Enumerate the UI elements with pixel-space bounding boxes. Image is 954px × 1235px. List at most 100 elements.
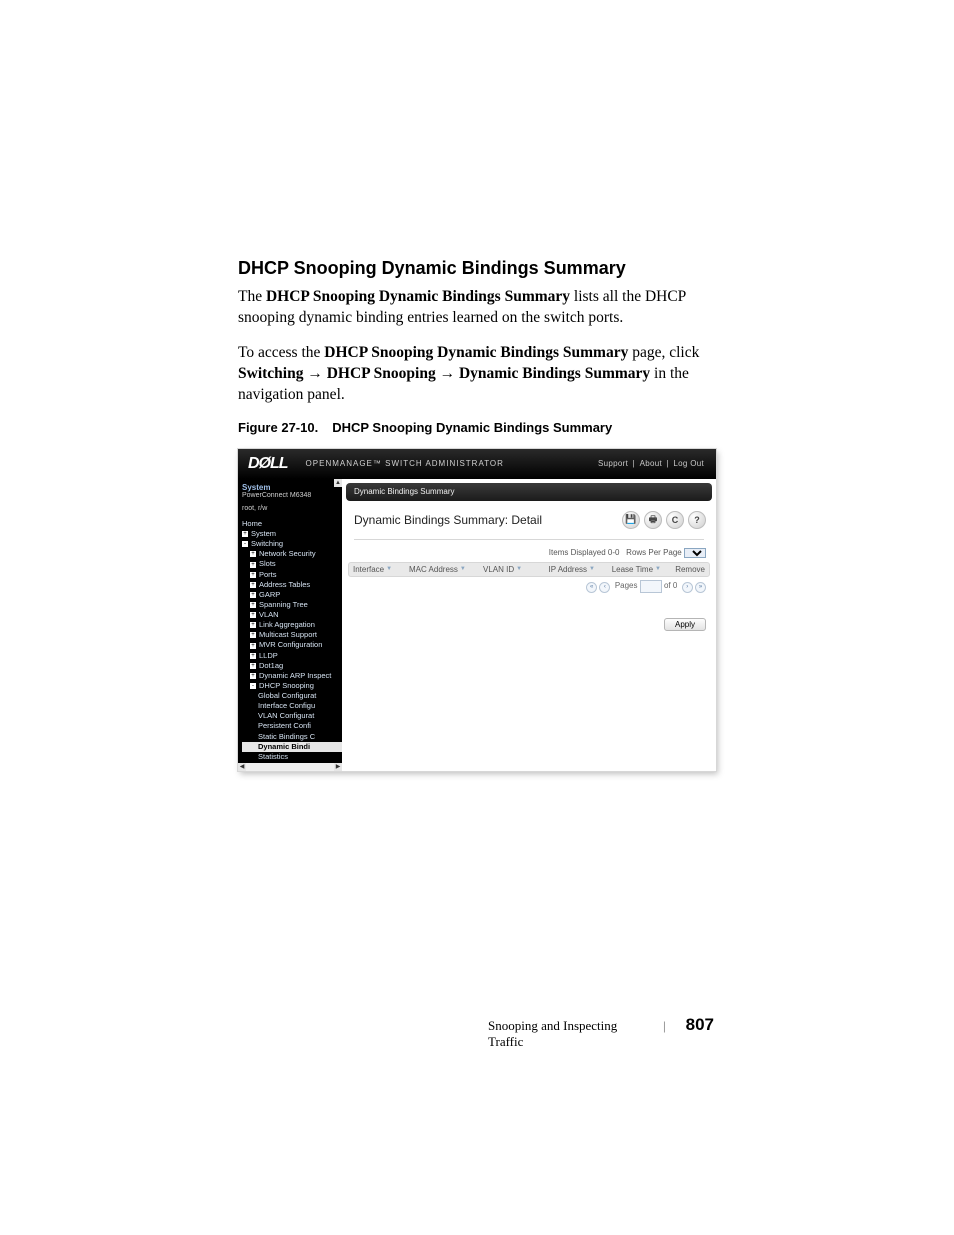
expand-icon[interactable]: + [242, 531, 248, 537]
page-next-icon[interactable]: › [682, 582, 693, 593]
expand-icon[interactable]: + [250, 582, 256, 588]
tree-node[interactable]: Dynamic Bindi [242, 742, 342, 752]
rows-per-page-select[interactable]: 0 [684, 548, 706, 558]
text-bold: DHCP Snooping Dynamic Bindings Summary [266, 288, 570, 305]
tree-node[interactable]: +Multicast Support [242, 630, 342, 640]
table-header: Interface▼ MAC Address▼ VLAN ID▼ IP Addr… [348, 562, 710, 577]
text-bold: DHCP Snooping [327, 365, 436, 382]
text-bold: Dynamic Bindings Summary [459, 365, 650, 382]
text: To access the [238, 344, 324, 361]
tree-node[interactable]: +Network Security [242, 549, 342, 559]
tree-node[interactable]: VLAN Configurat [242, 711, 342, 721]
tree-node[interactable]: +Spanning Tree [242, 600, 342, 610]
tree-node[interactable]: Statistics [242, 752, 342, 762]
tree-node-label: Slots [259, 559, 276, 568]
col-mac[interactable]: MAC Address▼ [409, 565, 479, 574]
expand-icon[interactable]: + [250, 632, 256, 638]
scroll-left-icon[interactable]: ◀ [238, 763, 246, 771]
expand-icon[interactable]: + [250, 673, 256, 679]
save-icon[interactable]: 💾 [622, 511, 640, 529]
tree-node-label: Static Bindings C [258, 732, 315, 741]
section-heading: DHCP Snooping Dynamic Bindings Summary [238, 258, 716, 279]
tree-node[interactable]: +Dynamic ARP Inspect [242, 671, 342, 681]
col-vlan[interactable]: VLAN ID▼ [483, 565, 533, 574]
help-icon[interactable]: ? [688, 511, 706, 529]
system-user: root, r/w [242, 505, 342, 513]
page-input[interactable] [640, 580, 662, 593]
text-bold: Switching [238, 365, 303, 382]
tree-node[interactable]: +Slots [242, 559, 342, 569]
tree-node[interactable]: Static Bindings C [242, 732, 342, 742]
expand-icon[interactable]: + [250, 612, 256, 618]
expand-icon[interactable]: + [250, 592, 256, 598]
page-first-icon[interactable]: « [586, 582, 597, 593]
tree-node[interactable]: Persistent Confi [242, 721, 342, 731]
footer-title: Snooping and Inspecting Traffic [488, 1018, 643, 1050]
tree-node[interactable]: Interface Configu [242, 701, 342, 711]
tree-node[interactable]: +Address Tables [242, 580, 342, 590]
tree-node[interactable]: +MVR Configuration [242, 640, 342, 650]
figure-caption: Figure 27-10.DHCP Snooping Dynamic Bindi… [238, 420, 716, 435]
about-link[interactable]: About [640, 459, 662, 468]
expand-icon[interactable]: + [250, 653, 256, 659]
page-prev-icon[interactable]: ‹ [599, 582, 610, 593]
collapse-icon[interactable]: - [250, 683, 256, 689]
col-interface[interactable]: Interface▼ [353, 565, 405, 574]
collapse-icon[interactable]: - [242, 541, 248, 547]
page-last-icon[interactable]: » [695, 582, 706, 593]
system-model: PowerConnect M6348 [242, 492, 342, 500]
rows-per-page-label: Rows Per Page [626, 548, 682, 557]
apply-button[interactable]: Apply [664, 618, 706, 631]
tree-node-label: LLDP [259, 651, 278, 660]
support-link[interactable]: Support [598, 459, 628, 468]
scroll-track[interactable] [246, 763, 334, 771]
main-panel: Dynamic Bindings Summary 💾 🖶 C ? Dynamic… [342, 479, 716, 771]
scroll-up-icon[interactable]: ▲ [334, 479, 342, 487]
col-lease[interactable]: Lease Time▼ [599, 565, 661, 574]
refresh-icon[interactable]: C [666, 511, 684, 529]
tree-node[interactable]: -DHCP Snooping [242, 681, 342, 691]
sort-icon: ▼ [589, 566, 595, 572]
tree-node-label: Link Aggregation [259, 620, 315, 629]
pages-label: Pages [615, 581, 638, 590]
print-icon[interactable]: 🖶 [644, 511, 662, 529]
sidebar-scrollbar[interactable]: ◀ ▶ [238, 763, 342, 771]
paragraph-nav: To access the DHCP Snooping Dynamic Bind… [238, 343, 716, 406]
tree-node[interactable]: +GARP [242, 590, 342, 600]
tree-node[interactable]: +LLDP [242, 651, 342, 661]
tree-node-label: Multicast Support [259, 630, 317, 639]
expand-icon[interactable]: + [250, 643, 256, 649]
tree-node-label: Global Configurat [258, 691, 316, 700]
dell-logo: DØLL [248, 455, 288, 473]
expand-icon[interactable]: + [250, 663, 256, 669]
expand-icon[interactable]: + [250, 562, 256, 568]
tree-node-label: Spanning Tree [259, 600, 308, 609]
tree-node-label: Interface Configu [258, 701, 315, 710]
tree-node[interactable]: +Ports [242, 570, 342, 580]
paragraph-intro: The DHCP Snooping Dynamic Bindings Summa… [238, 287, 716, 329]
expand-icon[interactable]: + [250, 551, 256, 557]
logout-link[interactable]: Log Out [673, 459, 704, 468]
tree-node[interactable]: +System [242, 529, 342, 539]
figure-title: DHCP Snooping Dynamic Bindings Summary [332, 420, 612, 435]
col-ip[interactable]: IP Address▼ [537, 565, 595, 574]
divider [354, 539, 704, 540]
tree-node-label: DHCP Snooping [259, 681, 314, 690]
table-meta: Items Displayed 0-0 Rows Per Page 0 [348, 546, 710, 562]
expand-icon[interactable]: + [250, 622, 256, 628]
tree-node[interactable]: +Link Aggregation [242, 620, 342, 630]
panel-toolbar: 💾 🖶 C ? [622, 511, 706, 529]
tree-node-label: Dynamic ARP Inspect [259, 671, 331, 680]
tree-node[interactable]: Home [242, 519, 342, 529]
tree-node[interactable]: +Dot1ag [242, 661, 342, 671]
breadcrumb: Dynamic Bindings Summary [346, 483, 712, 501]
sort-icon: ▼ [386, 566, 392, 572]
expand-icon[interactable]: + [250, 572, 256, 578]
tree-node[interactable]: +VLAN [242, 610, 342, 620]
scroll-right-icon[interactable]: ▶ [334, 763, 342, 771]
nav-tree[interactable]: Home+System-Switching+Network Security+S… [242, 519, 342, 762]
tree-node-label: Home [242, 519, 262, 528]
expand-icon[interactable]: + [250, 602, 256, 608]
tree-node[interactable]: -Switching [242, 539, 342, 549]
tree-node[interactable]: Global Configurat [242, 691, 342, 701]
